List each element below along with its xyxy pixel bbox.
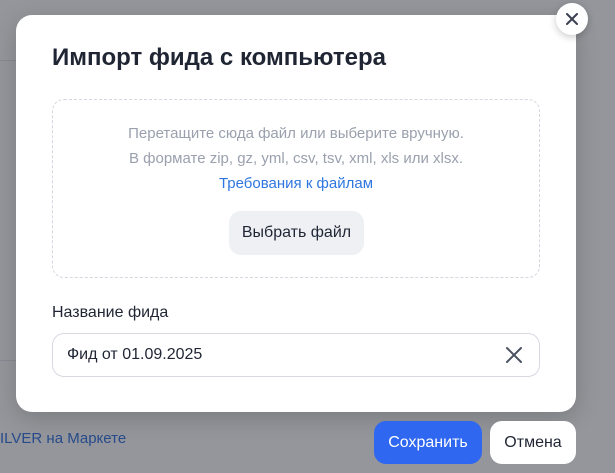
dropzone-formats-hint: В формате zip, gz, yml, csv, tsv, xml, x… — [128, 150, 464, 167]
feed-name-input[interactable] — [67, 334, 487, 376]
dropzone-hint-line-1: Перетащите сюда файл или выберите вручну… — [128, 125, 464, 142]
file-dropzone[interactable]: Перетащите сюда файл или выберите вручну… — [52, 99, 540, 278]
file-requirements-link[interactable]: Требования к файлам — [53, 173, 539, 194]
cancel-button[interactable]: Отмена — [490, 421, 576, 464]
clear-icon[interactable] — [503, 344, 525, 366]
feed-name-label: Название фида — [52, 304, 169, 321]
feed-name-field[interactable] — [52, 333, 540, 377]
choose-file-button[interactable]: Выбрать файл — [229, 211, 364, 255]
save-button[interactable]: Сохранить — [374, 421, 482, 464]
close-icon[interactable] — [556, 3, 588, 35]
import-feed-dialog: Импорт фида с компьютера Перетащите сюда… — [16, 15, 576, 412]
dialog-title: Импорт фида с компьютера — [52, 44, 386, 71]
